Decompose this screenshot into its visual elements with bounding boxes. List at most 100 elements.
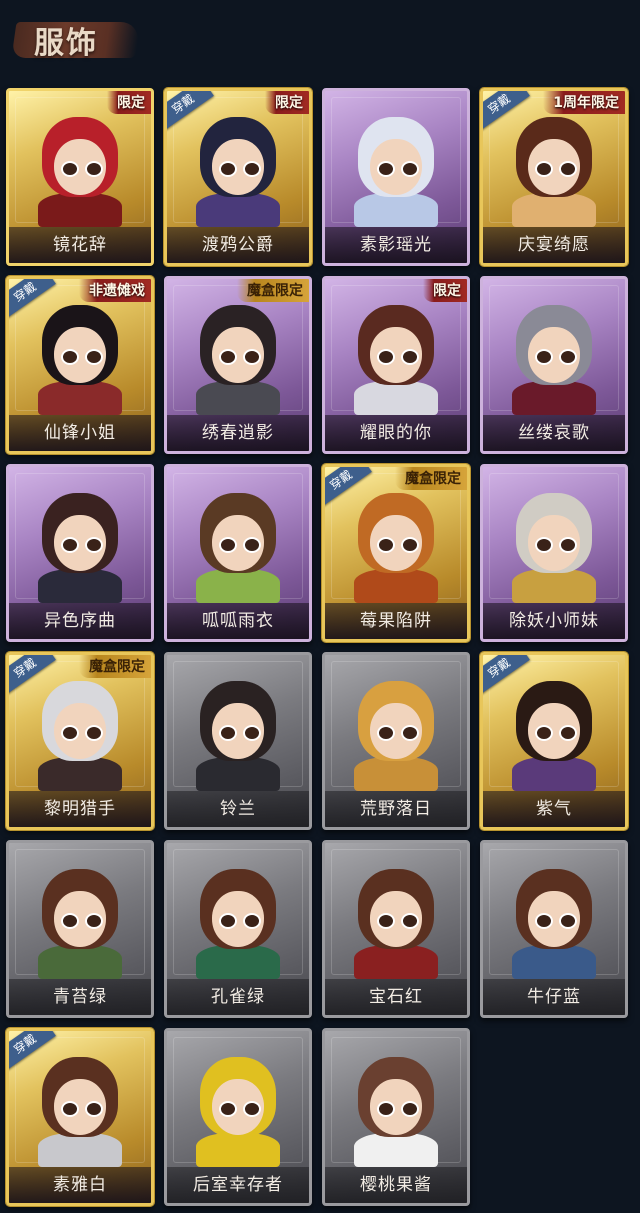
portrait-eye (377, 537, 395, 553)
portrait-eye (85, 161, 103, 177)
character-portrait (350, 113, 442, 227)
costume-card[interactable]: 素影瑶光 (322, 88, 470, 266)
portrait-outfit (354, 757, 438, 791)
portrait-eye (377, 913, 395, 929)
costume-grid: 限定 镜花辞 限定 穿戴 渡鸦公爵 素影瑶光 1周年限定 穿戴 庆宴绮愿 非遗傩戏 穿戴 仙锋小姐 魔盒… (6, 88, 628, 1206)
costume-name: 荒野落日 (325, 791, 467, 827)
portrait-eye (61, 349, 79, 365)
portrait-outfit (512, 945, 596, 979)
portrait-outfit (512, 569, 596, 603)
costume-name: 宝石红 (325, 979, 467, 1015)
costume-card[interactable]: 1周年限定 穿戴 庆宴绮愿 (480, 88, 628, 266)
costume-card[interactable]: 荒野落日 (322, 652, 470, 830)
costume-name: 耀眼的你 (325, 415, 467, 451)
costume-name: 绣春逍影 (167, 415, 309, 451)
portrait-outfit (196, 569, 280, 603)
portrait-outfit (354, 569, 438, 603)
portrait-eye (85, 725, 103, 741)
portrait-eye (559, 913, 577, 929)
limited-tag: 魔盒限定 (237, 279, 309, 302)
costume-card[interactable]: 除妖小师妹 (480, 464, 628, 642)
character-portrait (350, 677, 442, 791)
costume-card[interactable]: 铃兰 (164, 652, 312, 830)
portrait-outfit (512, 381, 596, 415)
portrait-eye (243, 537, 261, 553)
costume-card[interactable]: 限定 穿戴 渡鸦公爵 (164, 88, 312, 266)
character-portrait (508, 677, 600, 791)
character-portrait (192, 1053, 284, 1167)
costume-name: 黎明猎手 (9, 791, 151, 827)
costume-name: 仙锋小姐 (9, 415, 151, 451)
character-portrait (508, 301, 600, 415)
costume-name: 青苔绿 (9, 979, 151, 1015)
costume-card[interactable]: 穿戴 素雅白 (6, 1028, 154, 1206)
costume-name: 呱呱雨衣 (167, 603, 309, 639)
portrait-eye (401, 349, 419, 365)
character-portrait (350, 865, 442, 979)
portrait-outfit (196, 945, 280, 979)
portrait-outfit (512, 757, 596, 791)
costume-card[interactable]: 魔盒限定 穿戴 莓果陷阱 (322, 464, 470, 642)
costume-name: 素影瑶光 (325, 227, 467, 263)
portrait-outfit (196, 381, 280, 415)
portrait-eye (243, 1101, 261, 1117)
portrait-eye (559, 537, 577, 553)
character-portrait (192, 489, 284, 603)
costume-card[interactable]: 青苔绿 (6, 840, 154, 1018)
portrait-eye (243, 161, 261, 177)
costume-name: 庆宴绮愿 (483, 227, 625, 263)
costume-card[interactable]: 限定镜花辞 (6, 88, 154, 266)
portrait-outfit (354, 193, 438, 227)
costume-name: 渡鸦公爵 (167, 227, 309, 263)
character-portrait (34, 865, 126, 979)
portrait-eye (377, 725, 395, 741)
costume-card[interactable]: 丝缕哀歌 (480, 276, 628, 454)
portrait-eye (243, 913, 261, 929)
portrait-outfit (354, 381, 438, 415)
costume-card[interactable]: 异色序曲 (6, 464, 154, 642)
costume-name: 牛仔蓝 (483, 979, 625, 1015)
costume-name: 铃兰 (167, 791, 309, 827)
character-portrait (350, 1053, 442, 1167)
character-portrait (350, 301, 442, 415)
costume-card[interactable]: 限定 耀眼的你 (322, 276, 470, 454)
portrait-eye (61, 913, 79, 929)
character-portrait (508, 865, 600, 979)
costume-card[interactable]: 魔盒限定绣春逍影 (164, 276, 312, 454)
portrait-eye (401, 725, 419, 741)
costume-card[interactable]: 孔雀绿 (164, 840, 312, 1018)
section-title: 服饰 (34, 26, 98, 61)
costume-card[interactable]: 牛仔蓝 (480, 840, 628, 1018)
portrait-eye (219, 725, 237, 741)
portrait-eye (85, 349, 103, 365)
portrait-eye (401, 537, 419, 553)
costume-name: 镜花辞 (9, 227, 151, 263)
character-portrait (34, 301, 126, 415)
character-portrait (192, 301, 284, 415)
costume-card[interactable]: 呱呱雨衣 (164, 464, 312, 642)
portrait-outfit (38, 757, 122, 791)
portrait-eye (559, 161, 577, 177)
portrait-eye (219, 1101, 237, 1117)
portrait-outfit (196, 1133, 280, 1167)
portrait-eye (243, 725, 261, 741)
portrait-eye (243, 349, 261, 365)
costume-name: 丝缕哀歌 (483, 415, 625, 451)
costume-card[interactable]: 魔盒限定 穿戴 黎明猎手 (6, 652, 154, 830)
portrait-eye (61, 537, 79, 553)
portrait-eye (559, 349, 577, 365)
costume-card[interactable]: 宝石红 (322, 840, 470, 1018)
limited-tag: 限定 (265, 91, 309, 114)
costume-card[interactable]: 非遗傩戏 穿戴 仙锋小姐 (6, 276, 154, 454)
portrait-outfit (38, 381, 122, 415)
portrait-eye (401, 1101, 419, 1117)
costume-card[interactable]: 穿戴 紫气 (480, 652, 628, 830)
costume-name: 孔雀绿 (167, 979, 309, 1015)
portrait-eye (377, 1101, 395, 1117)
costume-name: 除妖小师妹 (483, 603, 625, 639)
portrait-eye (85, 537, 103, 553)
limited-tag: 限定 (107, 91, 151, 114)
costume-name: 后室幸存者 (167, 1167, 309, 1203)
costume-card[interactable]: 后室幸存者 (164, 1028, 312, 1206)
costume-card[interactable]: 樱桃果酱 (322, 1028, 470, 1206)
